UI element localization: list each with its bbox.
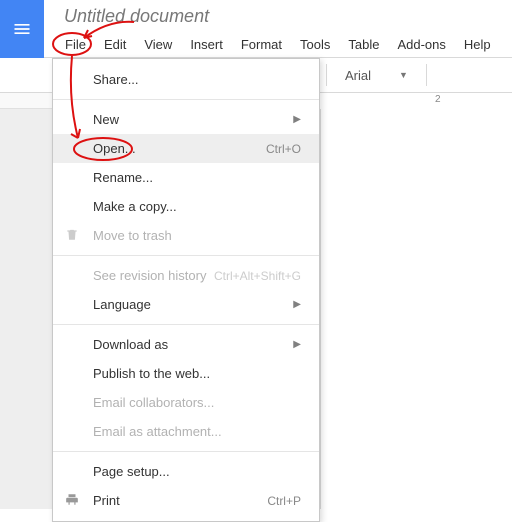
menu-format[interactable]: Format (232, 33, 291, 56)
menu-table[interactable]: Table (339, 33, 388, 56)
menu-file[interactable]: File (56, 33, 95, 56)
menu-label: Language (93, 297, 293, 312)
menu-label: Email as attachment... (93, 424, 301, 439)
menu-item-email-collaborators: Email collaborators... (53, 388, 319, 417)
menu-label: Move to trash (93, 228, 301, 243)
hamburger-doc-icon (12, 19, 32, 39)
menu-item-email-attachment: Email as attachment... (53, 417, 319, 446)
menu-item-share[interactable]: Share... (53, 65, 319, 94)
toolbar-divider (326, 64, 327, 86)
submenu-arrow-icon: ▶ (293, 299, 301, 310)
dropdown-arrow-icon: ▼ (399, 70, 408, 80)
menu-shortcut: Ctrl+P (267, 494, 301, 508)
toolbar-divider (426, 64, 427, 86)
submenu-arrow-icon: ▶ (293, 339, 301, 350)
menu-label: Page setup... (93, 464, 301, 479)
menu-label: New (93, 112, 293, 127)
menu-item-publish-web[interactable]: Publish to the web... (53, 359, 319, 388)
menu-label: Email collaborators... (93, 395, 301, 410)
menu-label: Publish to the web... (93, 366, 301, 381)
menu-label: Download as (93, 337, 293, 352)
ruler-number: 2 (435, 94, 441, 105)
menu-tools[interactable]: Tools (291, 33, 339, 56)
menu-shortcut: Ctrl+O (266, 142, 301, 156)
submenu-arrow-icon: ▶ (293, 114, 301, 125)
menu-insert[interactable]: Insert (181, 33, 232, 56)
docs-logo[interactable] (0, 0, 44, 58)
page[interactable] (320, 109, 512, 509)
menu-item-move-to-trash: Move to trash (53, 221, 319, 250)
menu-label: Open... (93, 141, 266, 156)
menu-edit[interactable]: Edit (95, 33, 135, 56)
menu-separator (53, 324, 319, 325)
print-icon (65, 492, 79, 509)
menu-item-rename[interactable]: Rename... (53, 163, 319, 192)
menu-label: Share... (93, 72, 301, 87)
menu-separator (53, 255, 319, 256)
menu-label: Print (93, 493, 267, 508)
menu-view[interactable]: View (135, 33, 181, 56)
menubar: File Edit View Insert Format Tools Table… (44, 33, 512, 56)
menu-label: See revision history (93, 268, 214, 283)
menu-item-page-setup[interactable]: Page setup... (53, 457, 319, 486)
font-selector[interactable]: Arial ▼ (337, 64, 416, 87)
header: Untitled document File Edit View Insert … (0, 0, 512, 58)
menu-label: Make a copy... (93, 199, 301, 214)
menu-item-open[interactable]: Open... Ctrl+O (53, 134, 319, 163)
document-title[interactable]: Untitled document (44, 6, 512, 33)
menu-separator (53, 451, 319, 452)
menu-item-new[interactable]: New ▶ (53, 105, 319, 134)
menu-label: Rename... (93, 170, 301, 185)
menu-item-print[interactable]: Print Ctrl+P (53, 486, 319, 515)
menu-separator (53, 99, 319, 100)
menu-item-language[interactable]: Language ▶ (53, 290, 319, 319)
menu-help[interactable]: Help (455, 33, 500, 56)
menu-addons[interactable]: Add-ons (388, 33, 454, 56)
menu-item-make-copy[interactable]: Make a copy... (53, 192, 319, 221)
header-content: Untitled document File Edit View Insert … (44, 0, 512, 56)
file-menu: Share... New ▶ Open... Ctrl+O Rename... … (52, 58, 320, 522)
menu-item-download-as[interactable]: Download as ▶ (53, 330, 319, 359)
ruler[interactable]: 2 (320, 93, 512, 109)
menu-item-revision-history: See revision history Ctrl+Alt+Shift+G (53, 261, 319, 290)
trash-icon (65, 227, 79, 244)
font-name: Arial (345, 68, 371, 83)
menu-shortcut: Ctrl+Alt+Shift+G (214, 269, 301, 283)
